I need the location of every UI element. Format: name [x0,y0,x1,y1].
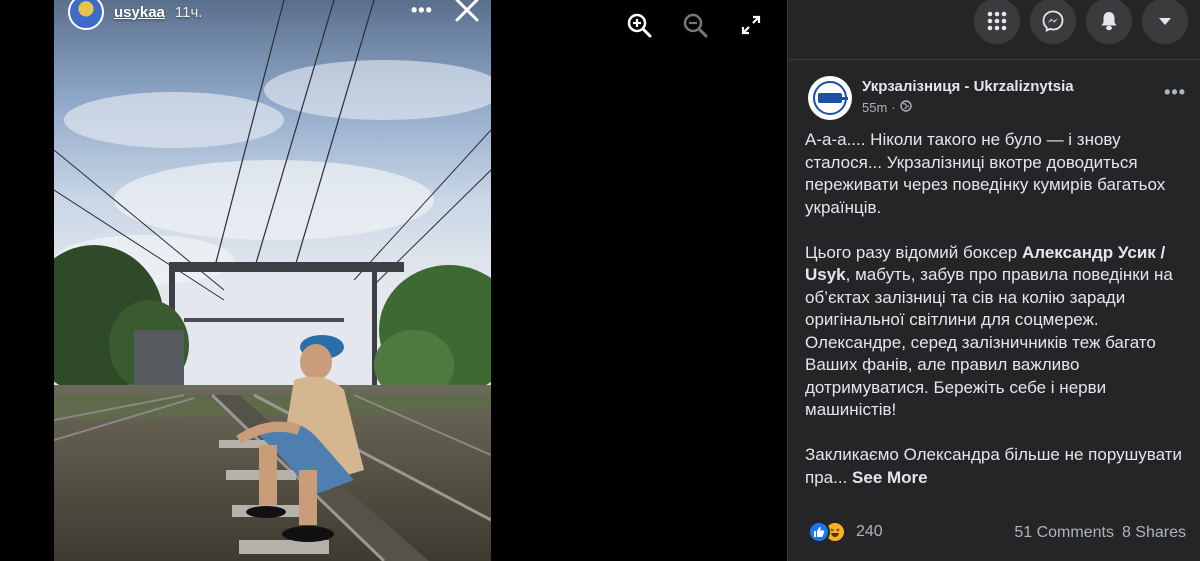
like-reaction-icon [808,521,830,543]
fullscreen-icon[interactable] [736,10,766,40]
post-stats: 51 Comments 8 Shares [1014,524,1186,542]
post-header: Укрзалізниця - Ukrzaliznytsia 55m · ••• [808,76,1188,120]
notifications-icon[interactable] [1086,0,1132,44]
photo-viewer: usykaa 11ч. ••• [0,0,787,561]
page-name[interactable]: Укрзалізниця - Ukrzaliznytsia [862,78,1074,95]
reaction-count: 240 [856,523,883,540]
story-photo[interactable] [54,0,491,561]
post-paragraph-2: Цього разу відомий боксер Александр Усик… [805,242,1173,420]
story-more-icon[interactable]: ••• [411,0,433,21]
globe-icon [899,100,912,115]
zoom-out-icon[interactable] [680,10,710,40]
account-dropdown-icon[interactable] [1142,0,1188,44]
zoom-in-icon[interactable] [624,10,654,40]
menu-grid-icon[interactable] [974,0,1020,44]
story-header: usykaa 11ч. [68,0,202,32]
post-meta: 55m · [862,100,912,115]
story-avatar[interactable] [68,0,104,30]
post-text: А-а-а.... Ніколи такого не було — і знов… [805,129,1183,512]
shares-count[interactable]: 8 Shares [1122,524,1186,542]
story-timestamp: 11ч. [174,3,203,21]
top-navigation [788,0,1200,60]
post-panel: Укрзалізниця - Ukrzaliznytsia 55m · ••• … [787,0,1200,561]
story-username[interactable]: usykaa [114,4,165,21]
messenger-icon[interactable] [1030,0,1076,44]
post-timestamp[interactable]: 55m [862,100,887,115]
viewer-toolbar [624,10,766,40]
post-paragraph-1: А-а-а.... Ніколи такого не було — і знов… [805,130,1166,217]
post-options-icon[interactable]: ••• [1164,82,1186,103]
story-close-icon[interactable] [453,0,481,24]
page-avatar[interactable] [808,76,852,120]
reactions-summary[interactable]: 240 [808,521,883,543]
see-more-link[interactable]: See More [852,468,928,487]
comments-count[interactable]: 51 Comments [1014,524,1114,542]
post-paragraph-3: Закликаємо Олександра більше не порушува… [805,445,1182,487]
